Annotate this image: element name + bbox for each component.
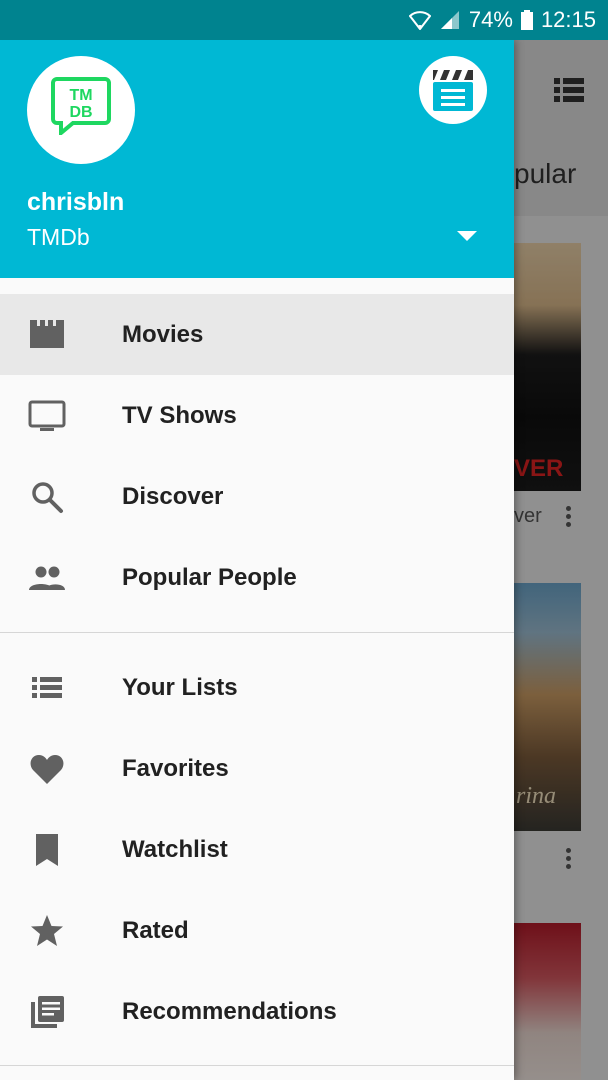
- drawer-scrim[interactable]: [514, 40, 608, 1080]
- nav-label: TV Shows: [122, 402, 237, 429]
- account-dropdown-icon[interactable]: [457, 231, 477, 241]
- recommendations-icon: [31, 996, 64, 1028]
- signal-icon: [439, 10, 461, 30]
- nav-label: Popular People: [122, 564, 297, 591]
- account-username[interactable]: chrisbln: [27, 188, 124, 217]
- tv-icon: [28, 400, 66, 431]
- nav-item-favorites[interactable]: Favorites: [0, 728, 514, 809]
- account-provider[interactable]: TMDb: [27, 224, 90, 251]
- battery-icon: [520, 10, 533, 30]
- nav-item-discover[interactable]: Discover: [0, 456, 514, 537]
- nav-item-tv-shows[interactable]: TV Shows: [0, 375, 514, 456]
- section-divider: [0, 632, 514, 633]
- nav-item-recommendations[interactable]: Recommendations: [0, 971, 514, 1052]
- status-bar: 74% 12:15: [0, 0, 608, 40]
- movie-icon: [30, 320, 64, 348]
- bookmark-icon: [36, 834, 58, 866]
- list-icon: [32, 677, 62, 698]
- search-icon: [32, 482, 63, 513]
- nav-label: Discover: [122, 483, 224, 510]
- nav-label: Watchlist: [122, 836, 228, 863]
- nav-label: Recommendations: [122, 998, 337, 1025]
- account-avatar[interactable]: TM DB: [27, 56, 135, 164]
- nav-item-rated[interactable]: Rated: [0, 890, 514, 971]
- logo-text-bottom: DB: [69, 104, 92, 121]
- heart-icon: [30, 755, 64, 784]
- logo-text-top: TM: [69, 87, 92, 104]
- nav-label: Rated: [122, 917, 189, 944]
- nav-label: Movies: [122, 321, 204, 348]
- battery-percent: 74%: [468, 7, 513, 32]
- navigation-drawer: TM DB chrisbln TMDb Movies TV Shows Disc…: [0, 40, 514, 1080]
- nav-item-watchlist[interactable]: Watchlist: [0, 809, 514, 890]
- clock: 12:15: [540, 7, 596, 32]
- people-icon: [29, 566, 65, 590]
- nav-label: Favorites: [122, 755, 229, 782]
- section-divider: [0, 1065, 514, 1066]
- clapperboard-button[interactable]: [419, 56, 487, 124]
- star-icon: [31, 915, 63, 946]
- tmdb-logo-icon: TM DB: [51, 77, 111, 135]
- nav-item-your-lists[interactable]: Your Lists: [0, 647, 514, 728]
- wifi-icon: [408, 10, 431, 30]
- clapperboard-icon: [433, 70, 473, 111]
- nav-item-popular-people[interactable]: Popular People: [0, 537, 514, 618]
- drawer-header: TM DB chrisbln TMDb: [0, 40, 514, 278]
- nav-label: Your Lists: [122, 674, 238, 701]
- nav-item-movies[interactable]: Movies: [0, 294, 514, 375]
